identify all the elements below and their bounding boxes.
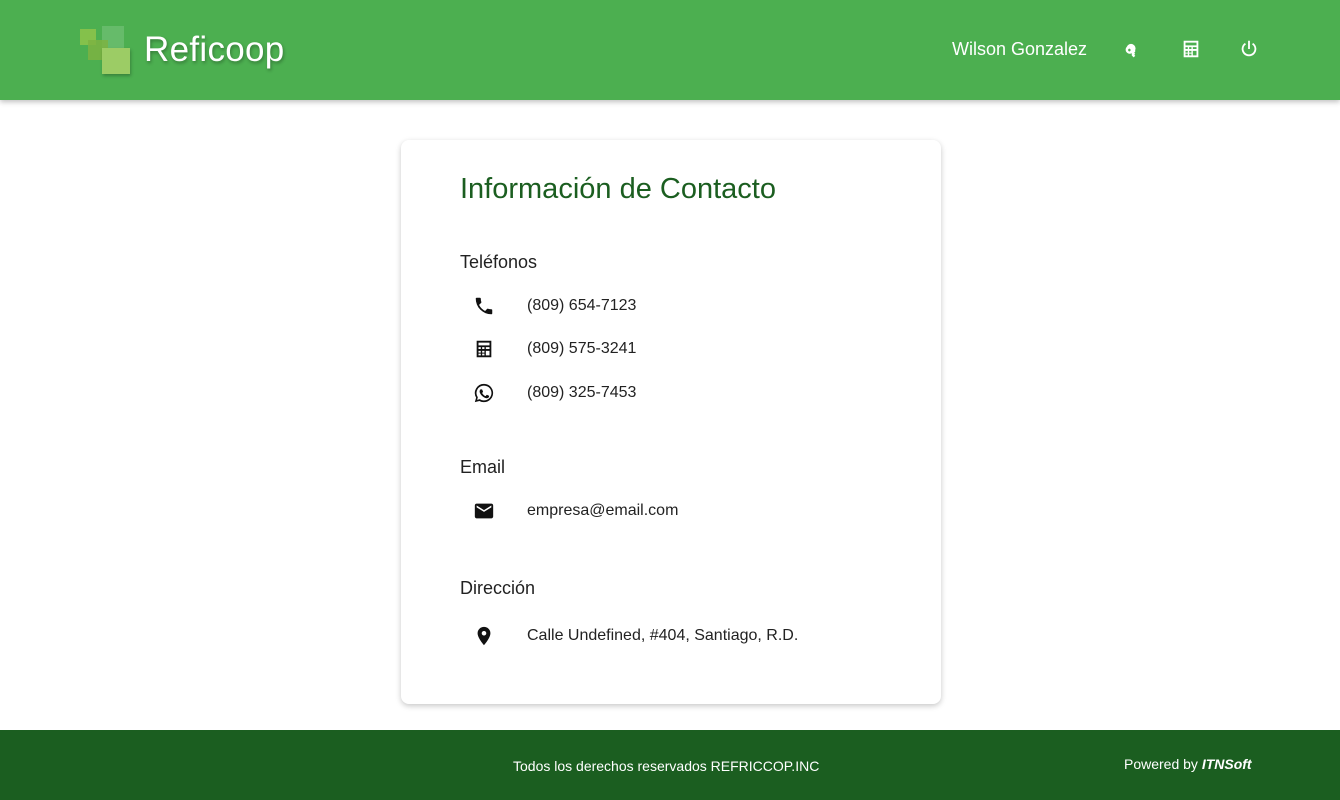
power-icon [1241,40,1257,57]
footer: Todos los derechos reservados REFRICCOP.… [0,730,1340,800]
email-heading: Email [460,457,506,477]
user-name[interactable]: Wilson Gonzalez [952,39,1087,60]
mail-icon [471,498,497,524]
key-icon [1125,43,1136,58]
app-logo[interactable]: Reficoop [78,24,285,76]
phone-value: (809) 654-7123 [527,297,637,314]
powered-by-label: Powered by [1124,756,1198,772]
powered-by-brand: ITNSoft [1201,756,1252,772]
email-row: empresa@email.com [471,498,678,524]
change-password-button[interactable] [1120,36,1146,62]
email-value[interactable]: empresa@email.com [527,502,678,520]
top-app-bar: Reficoop Wilson Gonzalez [0,0,1340,100]
logout-button[interactable] [1236,36,1262,62]
address-value: Calle Undefined, #404, Santiago, R.D. [527,627,799,644]
powered-by-link[interactable]: Powered by ITNSoft [1124,756,1252,772]
logo-mark-icon [78,24,132,76]
copyright-text: Todos los derechos reservados REFRICCOP.… [513,758,820,774]
address-heading: Dirección [460,578,536,598]
calculator-icon [471,336,497,362]
phone-row: (809) 654-7123 [471,293,636,319]
location-pin-icon [471,623,497,649]
phones-heading: Teléfonos [460,252,538,272]
address-row: Calle Undefined, #404, Santiago, R.D. [471,623,798,649]
whatsapp-icon [471,380,497,406]
fax-value: (809) 575-3241 [527,340,637,357]
fax-row: (809) 575-3241 [471,336,636,362]
app-name: Reficoop [144,30,285,69]
whatsapp-value: (809) 325-7453 [527,384,637,401]
contact-info-card: Información de Contacto Teléfonos (809) … [401,140,941,704]
calculator-icon [1183,40,1199,58]
phone-icon [471,293,497,319]
whatsapp-row: (809) 325-7453 [471,380,636,406]
card-title: Información de Contacto [460,173,776,205]
calculator-button[interactable] [1178,36,1204,62]
